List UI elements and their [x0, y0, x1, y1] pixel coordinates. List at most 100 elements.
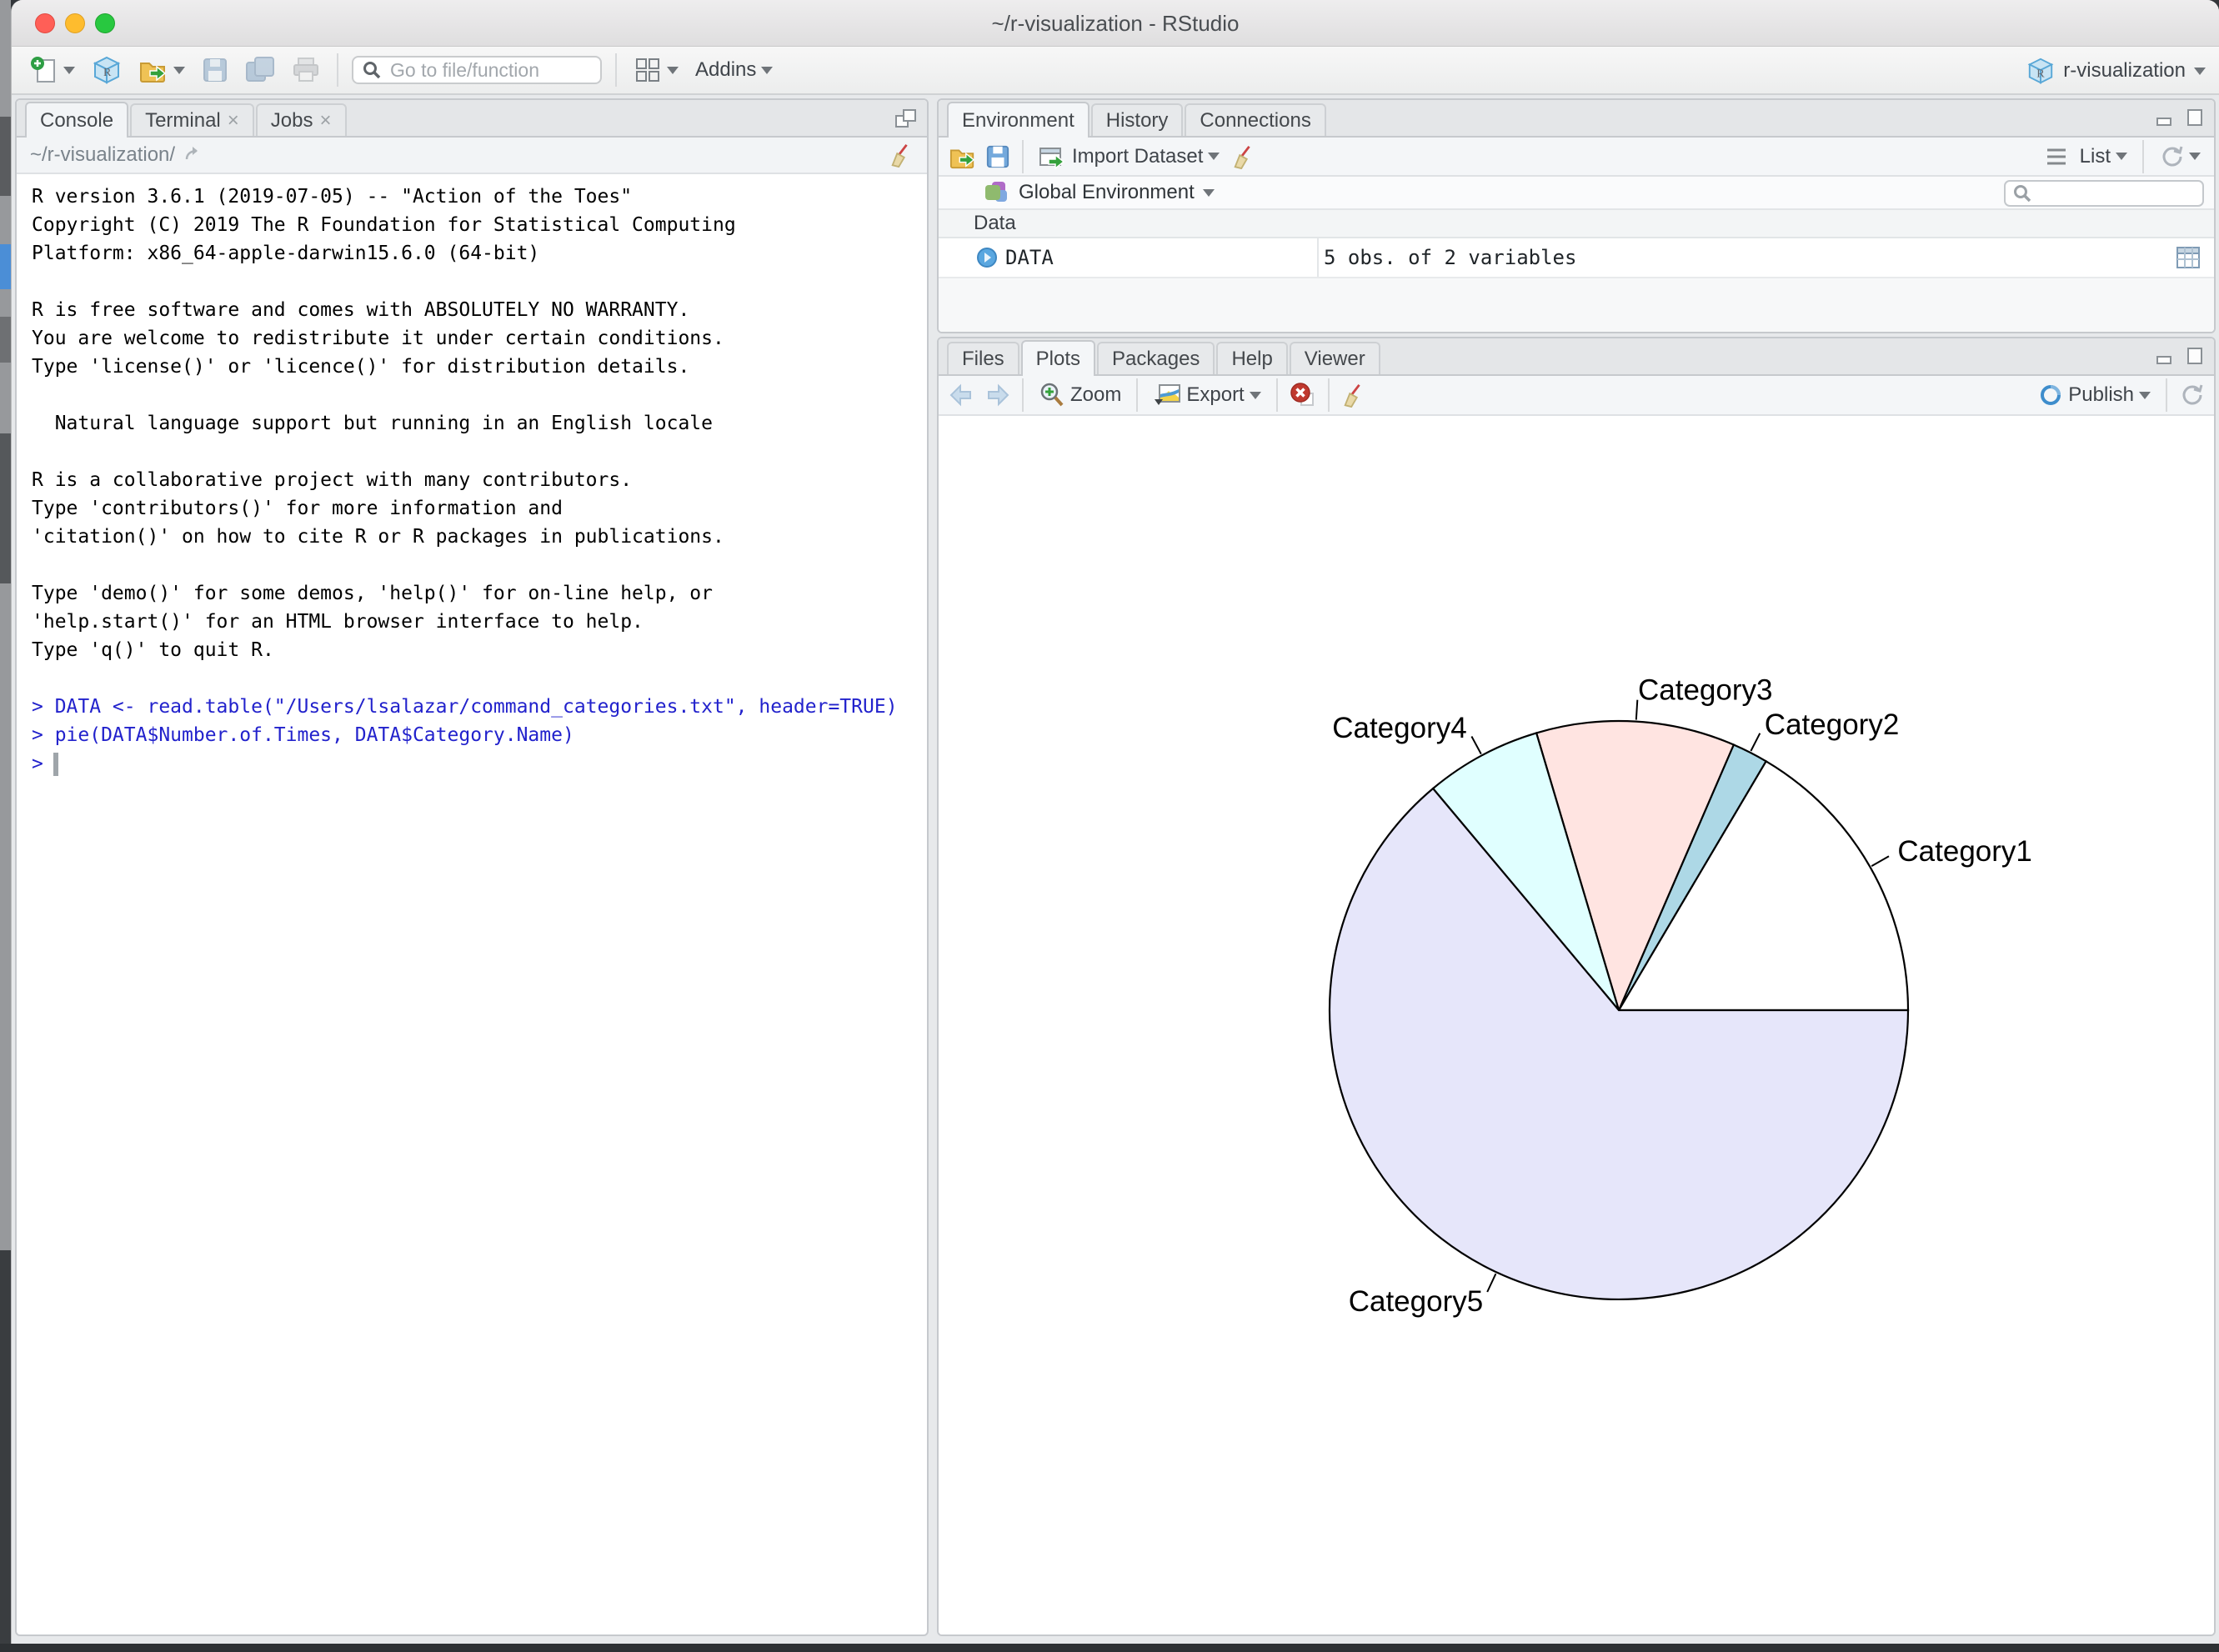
console-line: Copyright (C) 2019 The R Foundation for … — [32, 214, 927, 243]
maximize-pane-icon[interactable] — [2184, 107, 2206, 128]
save-button[interactable] — [198, 53, 232, 87]
view-table-icon[interactable] — [2176, 246, 2201, 269]
tab-jobs[interactable]: Jobs× — [256, 103, 347, 136]
environment-tabstrip: Environment History Connections — [939, 100, 2214, 138]
r-project-cube-icon: R — [2026, 57, 2055, 85]
console-line: Type 'q()' to quit R. — [32, 639, 927, 668]
plot-area: Category1Category2Category3Category4Cate… — [939, 416, 2214, 1634]
data-section-header: Data — [939, 210, 2214, 238]
next-plot-arrow-icon[interactable] — [984, 383, 1010, 408]
zoom-plot-button[interactable]: Zoom — [1035, 378, 1125, 412]
tab-plots[interactable]: Plots — [1021, 340, 1095, 376]
export-plot-button[interactable]: Export — [1150, 379, 1264, 411]
chevron-down-icon — [1250, 392, 1261, 399]
goto-file-search[interactable] — [352, 56, 602, 84]
pie-label-tick — [1871, 856, 1889, 866]
import-dataset-button[interactable]: Import Dataset — [1035, 140, 1223, 173]
chevron-down-icon — [63, 67, 75, 74]
publish-plot-button[interactable]: Publish — [2035, 379, 2154, 411]
tab-viewer[interactable]: Viewer — [1290, 342, 1380, 374]
toolbar-separator — [2166, 378, 2167, 412]
desktop-background-sliver — [0, 0, 11, 1652]
maximize-pane-icon[interactable] — [894, 107, 919, 132]
environment-search-box[interactable] — [2004, 180, 2204, 207]
export-label: Export — [1186, 383, 1244, 407]
publish-icon — [2038, 383, 2063, 408]
search-icon — [2012, 183, 2032, 203]
close-icon[interactable]: × — [319, 111, 331, 131]
export-image-icon — [1153, 383, 1181, 408]
pane-layout-button[interactable] — [630, 53, 682, 88]
pie-label-tick — [1751, 733, 1760, 751]
expand-object-icon[interactable] — [975, 246, 999, 269]
refresh-plot-icon[interactable] — [2179, 383, 2204, 408]
working-directory-label: ~/r-visualization/ — [30, 143, 175, 167]
remove-plot-icon[interactable] — [1290, 382, 1316, 408]
environment-scope-label[interactable]: Global Environment — [1019, 181, 1195, 204]
minimize-pane-icon[interactable] — [2154, 345, 2176, 367]
pie-label-tick — [1471, 737, 1480, 754]
new-file-button[interactable] — [27, 53, 78, 88]
maximize-pane-icon[interactable] — [2184, 345, 2206, 367]
chevron-down-icon — [1208, 153, 1220, 160]
tab-terminal[interactable]: Terminal× — [130, 103, 254, 136]
refresh-environment-button[interactable] — [2156, 141, 2204, 173]
open-file-button[interactable] — [135, 53, 188, 88]
minimize-pane-icon[interactable] — [2154, 107, 2176, 128]
tab-label: Plots — [1036, 348, 1080, 371]
chevron-down-icon — [667, 67, 679, 74]
clear-all-plots-broom-icon[interactable] — [1341, 383, 1366, 408]
toolbar-separator — [1136, 378, 1138, 412]
tab-console[interactable]: Console — [25, 102, 128, 138]
tab-history[interactable]: History — [1091, 103, 1184, 136]
list-view-icon[interactable] — [2045, 147, 2068, 167]
previous-plot-arrow-icon[interactable] — [949, 383, 975, 408]
addins-button[interactable]: Addins — [692, 55, 776, 85]
tab-help[interactable]: Help — [1216, 342, 1287, 374]
zoom-label: Zoom — [1070, 383, 1121, 407]
console-path-bar: ~/r-visualization/ — [17, 138, 927, 174]
environment-search-input[interactable] — [2037, 182, 2196, 205]
vertical-pane-splitter[interactable] — [929, 95, 937, 1644]
print-icon — [292, 57, 320, 83]
clear-console-broom-icon[interactable] — [889, 143, 914, 168]
console-intro: R version 3.6.1 (2019-07-05) -- "Action … — [32, 186, 927, 696]
tab-connections[interactable]: Connections — [1185, 103, 1325, 136]
plots-tabstrip: Files Plots Packages Help Viewer — [939, 338, 2214, 376]
print-button[interactable] — [288, 53, 323, 87]
search-icon — [362, 60, 382, 80]
chevron-down-icon — [173, 67, 185, 74]
load-workspace-folder-icon[interactable] — [949, 143, 977, 170]
tab-files[interactable]: Files — [947, 342, 1019, 374]
list-view-label: List — [2080, 145, 2111, 168]
environment-object-row[interactable]: DATA 5 obs. of 2 variables — [939, 238, 2214, 278]
svg-text:R: R — [2037, 68, 2046, 81]
chevron-down-icon — [2139, 392, 2151, 399]
pie-slice-label: Category2 — [1765, 708, 1899, 741]
tab-label: Console — [40, 109, 113, 133]
screen: { "window": { "title": "~/r-visualizatio… — [0, 0, 2219, 1652]
toolbar-separator — [1022, 140, 1024, 173]
clear-objects-broom-icon[interactable] — [1231, 144, 1256, 169]
project-chooser[interactable]: R r-visualization — [2026, 47, 2206, 95]
console-line — [32, 441, 927, 469]
goto-directory-icon[interactable] — [183, 144, 205, 166]
console-line — [32, 384, 927, 413]
workspace: Console Terminal× Jobs× ~/r-visualizatio… — [12, 95, 2219, 1644]
console-prompt: > — [32, 753, 43, 775]
save-all-icon — [245, 56, 275, 84]
pie-slice-label: Category5 — [1349, 1285, 1483, 1318]
close-icon[interactable]: × — [228, 111, 239, 131]
tab-packages[interactable]: Packages — [1097, 342, 1215, 374]
list-view-button[interactable]: List — [2076, 142, 2131, 172]
console-prompt-line[interactable]: > — [32, 753, 927, 781]
chevron-down-icon — [2194, 68, 2206, 75]
tab-environment[interactable]: Environment — [947, 102, 1089, 138]
save-workspace-icon[interactable] — [985, 144, 1010, 169]
goto-file-input[interactable] — [388, 58, 592, 83]
text-cursor — [53, 753, 58, 776]
console-output[interactable]: R version 3.6.1 (2019-07-05) -- "Action … — [17, 174, 927, 1599]
new-project-button[interactable]: R — [88, 52, 125, 88]
save-all-button[interactable] — [242, 53, 278, 88]
pie-slice-label: Category1 — [1897, 835, 2031, 868]
